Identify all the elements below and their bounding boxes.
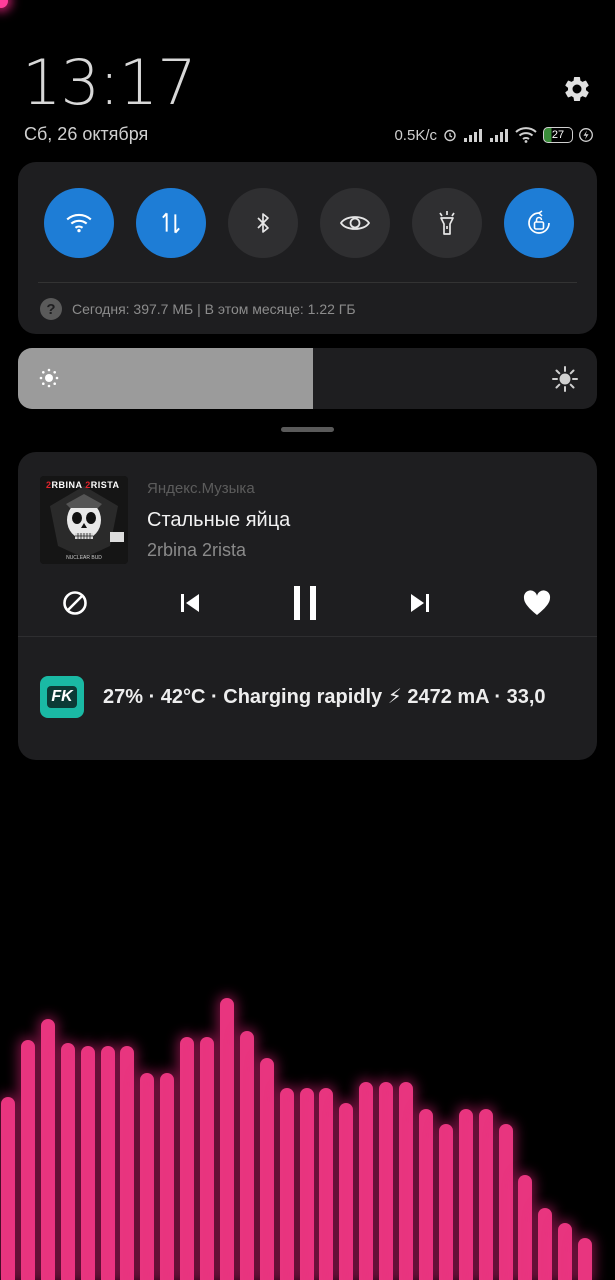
visualizer-bar xyxy=(518,1175,533,1280)
mobile-data-toggle[interactable] xyxy=(136,188,206,258)
battery-icon: 27 xyxy=(543,127,573,143)
clock: 13:17 xyxy=(22,46,197,119)
visualizer-bar xyxy=(20,1040,35,1280)
wifi-icon xyxy=(515,127,537,143)
visualizer-bar xyxy=(80,1046,95,1280)
signal-icon xyxy=(464,129,482,142)
battery-level: 27 xyxy=(551,129,565,141)
visualizer-bar xyxy=(1,1097,15,1280)
charging-icon xyxy=(579,128,593,142)
block-icon xyxy=(63,591,87,615)
visualizer-bar xyxy=(299,1088,314,1280)
album-art[interactable]: 2RBINA 2RISTA NUCLEAR BUD xyxy=(40,476,128,564)
visualizer-bar xyxy=(418,1109,433,1280)
visualizer-bar xyxy=(100,1046,115,1280)
heart-icon xyxy=(523,590,551,615)
bluetooth-icon xyxy=(257,213,269,233)
visualizer-bar xyxy=(219,998,234,1280)
album-art-caption: NUCLEAR BUD xyxy=(66,555,102,561)
wifi-icon xyxy=(66,213,92,233)
dislike-button[interactable] xyxy=(54,582,96,624)
visualizer-bar xyxy=(558,1223,573,1280)
visualizer-bar xyxy=(339,1103,354,1280)
auto-rotate-toggle[interactable] xyxy=(504,188,574,258)
visualizer-bar xyxy=(160,1073,175,1280)
visualizer-bar xyxy=(578,1238,593,1280)
corner-glow xyxy=(0,0,8,8)
wifi-toggle[interactable] xyxy=(44,188,114,258)
divider xyxy=(38,282,577,283)
quick-settings-toggles xyxy=(44,188,574,258)
skip-previous-icon xyxy=(181,594,199,612)
flashlight-icon xyxy=(439,211,455,235)
visualizer-bar xyxy=(478,1109,493,1280)
like-button[interactable] xyxy=(516,582,558,624)
track-title: Стальные яйца xyxy=(147,509,291,531)
date-label: Сб, 26 октября xyxy=(24,124,149,144)
brightness-slider[interactable] xyxy=(18,348,597,409)
visualizer-bar xyxy=(458,1109,473,1280)
track-artist: 2rbina 2rista xyxy=(147,540,247,560)
visualizer-bar xyxy=(359,1082,374,1280)
visualizer-bar xyxy=(200,1037,214,1280)
previous-button[interactable] xyxy=(169,582,211,624)
eye-icon xyxy=(339,216,371,230)
skip-next-icon xyxy=(411,594,429,612)
visualizer-bar xyxy=(180,1037,195,1280)
album-art-brand: 2RBINA 2RISTA xyxy=(46,480,120,490)
reading-mode-toggle[interactable] xyxy=(320,188,390,258)
quick-settings-panel: ? Сегодня: 397.7 МБ | В этом месяце: 1.2… xyxy=(18,162,597,334)
visualizer-bar xyxy=(140,1073,155,1280)
visualizer-bar xyxy=(279,1088,294,1280)
brightness-low-icon xyxy=(39,368,59,388)
status-icons: 0.5K/c 27 xyxy=(394,124,593,146)
visualizer-bar xyxy=(498,1124,513,1280)
fk-kernel-app-icon: FK xyxy=(40,676,84,718)
battery-status-text[interactable]: 27% · 42°C · Charging rapidly ⚡ 2472 mA … xyxy=(103,684,573,709)
data-usage-text: Сегодня: 397.7 МБ | В этом месяце: 1.22 … xyxy=(72,301,356,317)
pause-icon xyxy=(294,586,316,620)
rotation-lock-icon xyxy=(528,210,550,234)
brightness-fill xyxy=(18,348,314,409)
visualizer-bar xyxy=(259,1058,274,1280)
settings-gear-icon[interactable] xyxy=(562,74,592,104)
visualizer-bar xyxy=(60,1043,75,1280)
divider xyxy=(18,636,597,637)
visualizer-bar xyxy=(438,1124,453,1280)
help-icon: ? xyxy=(40,298,62,320)
signal-icon xyxy=(490,129,508,142)
next-button[interactable] xyxy=(399,582,441,624)
bluetooth-toggle[interactable] xyxy=(228,188,298,258)
drag-handle[interactable] xyxy=(281,427,334,432)
data-usage-row[interactable]: ? Сегодня: 397.7 МБ | В этом месяце: 1.2… xyxy=(40,298,356,320)
audio-visualizer xyxy=(0,980,615,1280)
flashlight-toggle[interactable] xyxy=(412,188,482,258)
network-speed: 0.5K/c xyxy=(394,126,437,144)
data-arrows-icon xyxy=(162,212,180,234)
visualizer-bar xyxy=(239,1031,254,1280)
media-controls xyxy=(18,582,597,624)
visualizer-bar xyxy=(40,1019,55,1280)
notification-card: 2RBINA 2RISTA NUCLEAR BUD Яндекс.Музыка … xyxy=(18,452,597,760)
visualizer-bar xyxy=(538,1208,553,1280)
brightness-high-icon xyxy=(552,366,578,392)
fk-icon-text: FK xyxy=(47,686,77,708)
visualizer-bar xyxy=(379,1082,394,1280)
visualizer-bar xyxy=(399,1082,413,1280)
pause-button[interactable] xyxy=(284,582,326,624)
alarm-icon xyxy=(444,129,456,142)
visualizer-bar xyxy=(120,1046,135,1280)
media-app-name: Яндекс.Музыка xyxy=(147,480,255,497)
visualizer-bar xyxy=(319,1088,334,1280)
